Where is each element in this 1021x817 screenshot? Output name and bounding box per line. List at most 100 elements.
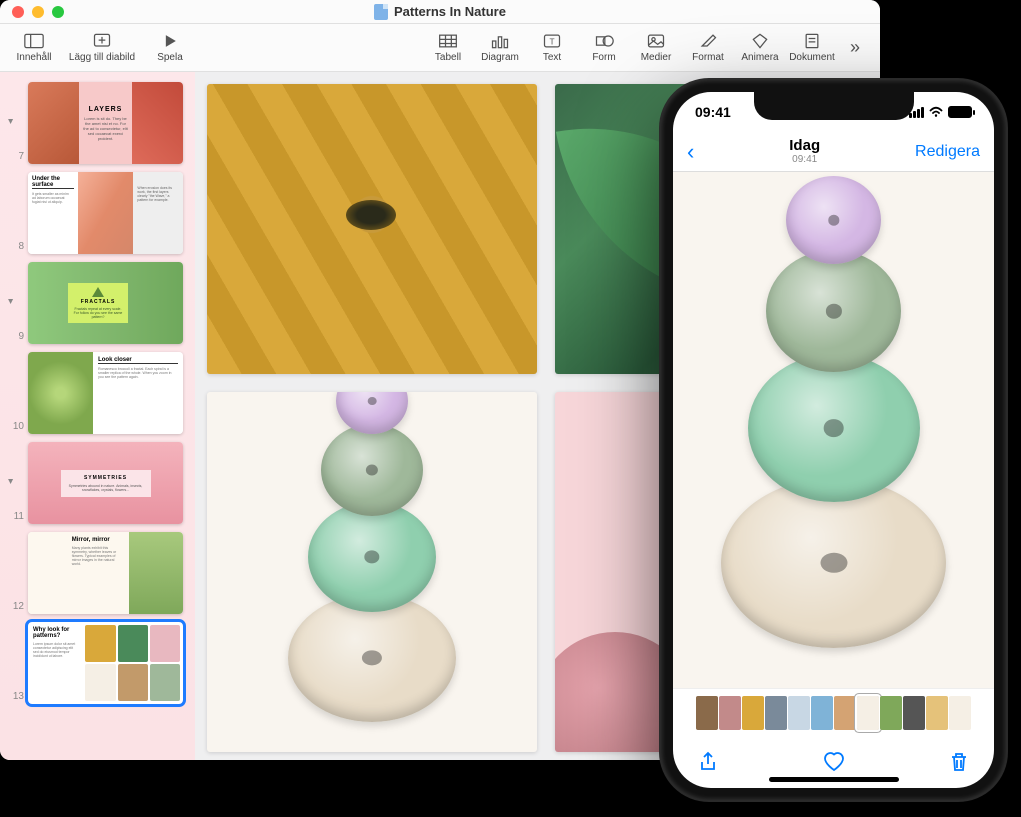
strip-thumb[interactable] — [903, 696, 925, 730]
slide-number: 12 — [6, 601, 24, 614]
slide-thumbnail[interactable]: LAYERSLorem is sit do. They be the amet … — [28, 82, 183, 164]
status-time: 09:41 — [695, 104, 731, 120]
slide-number: 11 — [6, 511, 24, 524]
slide-thumb-12[interactable]: 12 Mirror, mirrorMany plants exhibit thi… — [6, 532, 189, 614]
toolbar-document[interactable]: Dokument — [788, 26, 836, 70]
delete-button[interactable] — [946, 749, 972, 775]
favorite-button[interactable] — [821, 749, 847, 775]
strip-thumb[interactable] — [719, 696, 741, 730]
toolbar-shape[interactable]: Form — [580, 26, 628, 70]
disclosure-icon[interactable]: ▸ — [5, 299, 16, 304]
strip-thumb[interactable] — [880, 696, 902, 730]
toolbar-add-slide[interactable]: Lägg till diabild — [62, 26, 142, 70]
slide-thumbnail[interactable]: Under the surfaceIt gets smaller as mini… — [28, 172, 183, 254]
strip-thumb[interactable] — [834, 696, 856, 730]
canvas-image-honeycomb[interactable] — [207, 84, 537, 374]
window-controls — [12, 6, 64, 18]
toolbar-label: Animera — [741, 52, 778, 63]
slide-number: 10 — [6, 421, 24, 434]
shape-icon — [593, 32, 615, 50]
iphone-device: 09:41 ‹ Idag 09:41 Redigera — [661, 80, 1006, 800]
toolbar-overflow[interactable]: » — [840, 37, 870, 58]
slide-thumb-11[interactable]: ▸ 11 SYMMETRIESSymmetries abound in natu… — [6, 442, 189, 524]
strip-thumb[interactable] — [742, 696, 764, 730]
toolbar-format[interactable]: Format — [684, 26, 732, 70]
toolbar-label: Lägg till diabild — [69, 52, 135, 63]
nav-subtitle-text: 09:41 — [789, 154, 820, 165]
toolbar-label: Medier — [641, 52, 672, 63]
wifi-icon — [928, 104, 944, 120]
keynote-doc-icon — [374, 4, 388, 20]
disclosure-icon[interactable]: ▸ — [5, 479, 16, 484]
strip-thumb[interactable] — [811, 696, 833, 730]
titlebar: Patterns In Nature — [0, 0, 880, 24]
slide-thumb-13[interactable]: 13 Why look for patterns?Lorem ipsum dol… — [6, 622, 189, 704]
slide-thumb-9[interactable]: ▸ 9 FRACTALSFractals repeat at every sca… — [6, 262, 189, 344]
slide-number: 7 — [6, 151, 24, 164]
media-icon — [645, 32, 667, 50]
toolbar-table[interactable]: Tabell — [424, 26, 472, 70]
toolbar-label: Text — [543, 52, 561, 63]
iphone-screen: 09:41 ‹ Idag 09:41 Redigera — [673, 92, 994, 788]
slide-thumb-8[interactable]: 8 Under the surfaceIt gets smaller as mi… — [6, 172, 189, 254]
toolbar: Innehåll Lägg till diabild Spela Tabell … — [0, 24, 880, 72]
toolbar-label: Diagram — [481, 52, 519, 63]
toolbar-label: Innehåll — [16, 52, 51, 63]
slide-thumb-7[interactable]: ▸ 7 LAYERSLorem is sit do. They be the a… — [6, 82, 189, 164]
slide-thumbnail[interactable]: SYMMETRIESSymmetries abound in nature. A… — [28, 442, 183, 524]
slide-number: 8 — [6, 241, 24, 254]
sidebar-icon — [23, 32, 45, 50]
canvas-image-urchins[interactable] — [207, 392, 537, 752]
disclosure-icon[interactable]: ▸ — [5, 119, 16, 124]
plus-icon — [91, 32, 113, 50]
strip-thumb[interactable] — [949, 696, 971, 730]
toolbar-label: Tabell — [435, 52, 461, 63]
svg-text:T: T — [549, 36, 554, 46]
slide-thumbnail-selected[interactable]: Why look for patterns?Lorem ipsum dolor … — [28, 622, 183, 704]
close-window-button[interactable] — [12, 6, 24, 18]
chart-icon — [489, 32, 511, 50]
strip-thumb[interactable] — [765, 696, 787, 730]
document-title: Patterns In Nature — [0, 4, 880, 20]
toolbar-animate[interactable]: Animera — [736, 26, 784, 70]
slide-navigator[interactable]: ▸ 7 LAYERSLorem is sit do. They be the a… — [0, 72, 195, 760]
slide-number: 9 — [6, 331, 24, 344]
strip-thumb[interactable] — [926, 696, 948, 730]
table-icon — [437, 32, 459, 50]
slide-number: 13 — [6, 691, 24, 704]
photo-thumbnail-strip[interactable] — [673, 688, 994, 736]
minimize-window-button[interactable] — [32, 6, 44, 18]
strip-thumb[interactable] — [788, 696, 810, 730]
back-button[interactable]: ‹ — [687, 139, 694, 165]
zoom-window-button[interactable] — [52, 6, 64, 18]
play-icon — [159, 32, 181, 50]
toolbar-label: Form — [592, 52, 615, 63]
diamond-icon — [749, 32, 771, 50]
slide-thumbnail[interactable]: Look closerRomanesco broccoli a fractal.… — [28, 352, 183, 434]
strip-thumb[interactable] — [857, 696, 879, 730]
photos-nav-bar: ‹ Idag 09:41 Redigera — [673, 132, 994, 172]
battery-icon — [948, 106, 972, 118]
doc-icon — [801, 32, 823, 50]
photo-viewer[interactable] — [673, 172, 994, 688]
toolbar-label: Format — [692, 52, 724, 63]
toolbar-play[interactable]: Spela — [146, 26, 194, 70]
strip-thumb[interactable] — [696, 696, 718, 730]
status-icons — [909, 104, 972, 120]
share-button[interactable] — [695, 749, 721, 775]
slide-thumbnail[interactable]: FRACTALSFractals repeat at every scale. … — [28, 262, 183, 344]
toolbar-text[interactable]: T Text — [528, 26, 576, 70]
toolbar-label: Spela — [157, 52, 183, 63]
brush-icon — [697, 32, 719, 50]
notch — [754, 92, 914, 120]
slide-thumb-10[interactable]: 10 Look closerRomanesco broccoli a fract… — [6, 352, 189, 434]
toolbar-innehall[interactable]: Innehåll — [10, 26, 58, 70]
document-title-text: Patterns In Nature — [394, 4, 506, 19]
edit-button[interactable]: Redigera — [915, 143, 980, 161]
toolbar-chart[interactable]: Diagram — [476, 26, 524, 70]
toolbar-media[interactable]: Medier — [632, 26, 680, 70]
nav-title: Idag 09:41 — [789, 138, 820, 166]
home-indicator[interactable] — [769, 777, 899, 782]
toolbar-label: Dokument — [789, 52, 835, 63]
slide-thumbnail[interactable]: Mirror, mirrorMany plants exhibit this s… — [28, 532, 183, 614]
